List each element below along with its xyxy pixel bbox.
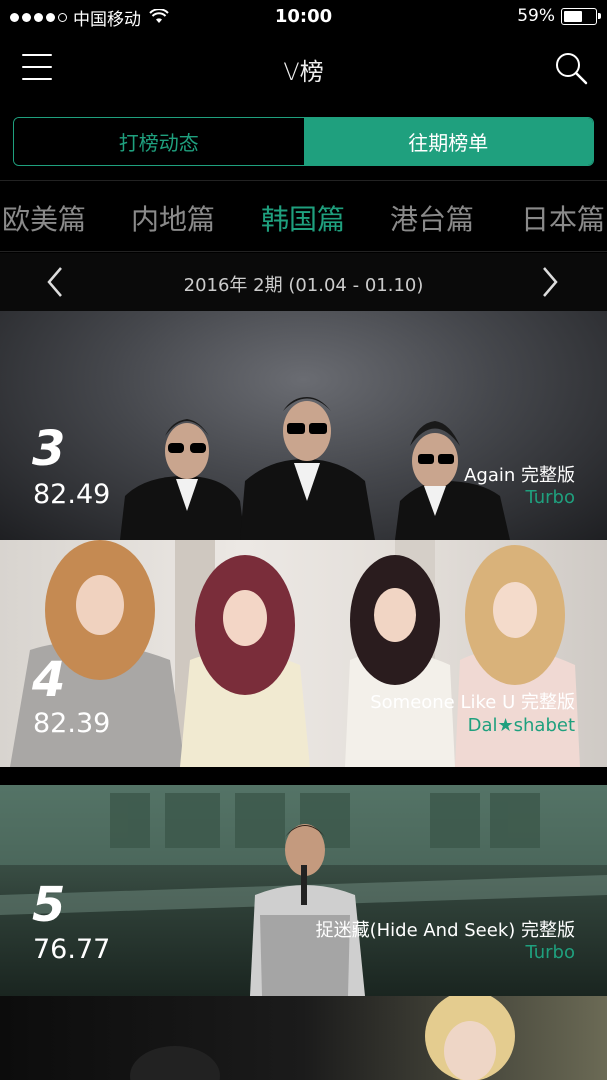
- region-tabs: 欧美篇 内地篇 韩国篇 港台篇 日本篇: [0, 180, 607, 252]
- chart-list-item[interactable]: 4 82.39 Someone Like U 完整版 Dal★shabet: [0, 540, 607, 767]
- battery-status: 59%: [517, 6, 601, 26]
- period-label: 2016年 2期 (01.04 - 01.10): [183, 275, 424, 296]
- artist-name: Turbo: [525, 942, 575, 963]
- tab-ranking-updates[interactable]: 打榜动态: [14, 118, 304, 165]
- rank-number: 5: [32, 877, 66, 933]
- tab-past-charts[interactable]: 往期榜单: [303, 118, 593, 165]
- tab-region-western[interactable]: 欧美篇: [2, 198, 86, 238]
- tab-region-hktw[interactable]: 港台篇: [390, 198, 474, 238]
- page-title: V榜: [283, 58, 324, 86]
- chart-list-item[interactable]: 3 82.49 Again 完整版 Turbo: [0, 311, 607, 540]
- score-value: 82.49: [33, 479, 111, 510]
- search-icon[interactable]: [553, 50, 589, 86]
- status-time: 10:00: [274, 6, 333, 27]
- signal-strength-icon: [10, 12, 67, 22]
- rank-number: 3: [32, 421, 66, 477]
- rank-number: 4: [32, 652, 66, 708]
- tab-region-korea[interactable]: 韩国篇: [261, 198, 345, 238]
- artist-name: Turbo: [525, 487, 575, 508]
- chevron-right-icon[interactable]: [533, 265, 567, 299]
- score-value: 76.77: [33, 934, 111, 965]
- artist-name: Dal★shabet: [467, 715, 575, 736]
- chart-list-item[interactable]: [0, 996, 607, 1080]
- song-title: 捉迷藏(Hide And Seek) 完整版: [315, 920, 575, 941]
- tab-region-japan[interactable]: 日本篇: [521, 198, 605, 238]
- view-segmented-control: 打榜动态 往期榜单: [13, 117, 594, 166]
- carrier-name: 中国移动: [73, 9, 141, 30]
- song-title: Someone Like U 完整版: [370, 692, 575, 713]
- chart-list-item[interactable]: 5 76.77 捉迷藏(Hide And Seek) 完整版 Turbo: [0, 785, 607, 996]
- tab-region-mainland[interactable]: 内地篇: [131, 198, 215, 238]
- battery-percent: 59%: [517, 6, 555, 26]
- wifi-icon: [149, 9, 169, 23]
- item-divider: [0, 767, 607, 785]
- artist-photo: [0, 996, 607, 1080]
- score-value: 82.39: [33, 708, 111, 739]
- status-bar: 中国移动 10:00 59%: [0, 0, 607, 34]
- period-selector: 2016年 2期 (01.04 - 01.10): [0, 253, 607, 311]
- battery-icon: [561, 7, 601, 25]
- nav-bar: V榜: [0, 40, 607, 96]
- song-title: Again 完整版: [464, 465, 575, 486]
